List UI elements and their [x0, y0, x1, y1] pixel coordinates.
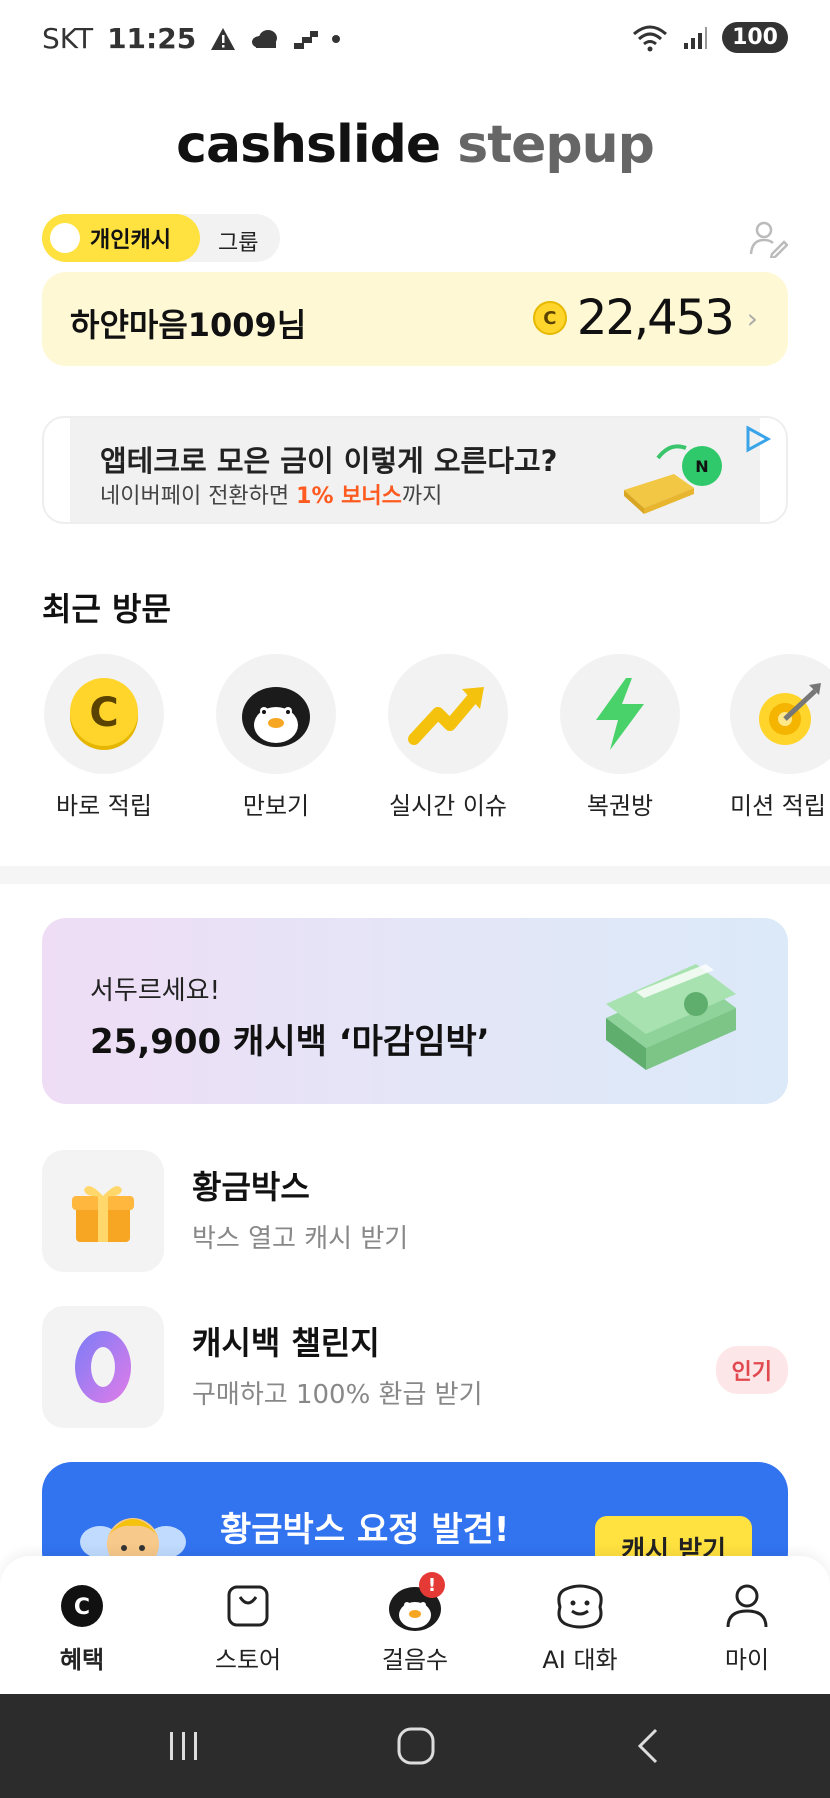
list-item-title: 캐시백 챌린지	[192, 1324, 380, 1362]
wifi-icon	[633, 25, 668, 51]
nav-label: AI 대화	[542, 1646, 618, 1674]
gold-bar-icon: N	[624, 444, 722, 514]
recent-item-pedometer[interactable]: 만보기	[214, 654, 338, 821]
zero-icon	[75, 1331, 131, 1403]
coin-icon: C	[70, 678, 138, 750]
recent-item-label: 미션 적립	[730, 792, 826, 820]
home-icon[interactable]	[386, 1726, 446, 1766]
chevron-right-icon: ›	[746, 301, 758, 335]
dot-icon	[332, 34, 341, 43]
chat-face-icon	[557, 1584, 603, 1629]
recent-item-label: 복권방	[586, 792, 654, 820]
recent-item-lottery[interactable]: 복권방	[558, 654, 682, 821]
banner-title: 황금박스 요정 발견!	[220, 1510, 510, 1550]
nav-label: 혜택	[59, 1646, 105, 1674]
money-stack-icon	[606, 964, 736, 1070]
promo-title: 25,900 캐시백 ‘마감임박’	[90, 1022, 490, 1062]
signal-icon	[684, 26, 708, 49]
battery-indicator: 100	[722, 22, 788, 53]
logo-part-cashslide: cashslide	[176, 115, 441, 175]
popular-badge: 인기	[715, 1346, 788, 1394]
recent-apps-icon[interactable]	[154, 1726, 214, 1766]
nav-tab-ai-chat[interactable]: AI 대화	[520, 1578, 640, 1675]
stairs-icon	[294, 30, 319, 49]
recent-item-label: 실시간 이슈	[388, 792, 508, 820]
target-icon	[759, 683, 821, 745]
recent-item-mission[interactable]: 미션 적립	[730, 654, 830, 821]
logo-part-stepup: stepup	[457, 115, 655, 175]
edit-profile-icon[interactable]	[748, 218, 788, 258]
promo-subtitle: 서두르세요!	[90, 976, 221, 1006]
clock: 11:25	[107, 22, 197, 55]
toggle-personal-cash[interactable]: 개인캐시	[42, 214, 200, 262]
cashback-promo-banner[interactable]: 서두르세요! 25,900 캐시백 ‘마감임박’	[42, 918, 788, 1104]
nav-tab-store[interactable]: 스토어	[188, 1578, 308, 1675]
toggle-knob	[50, 223, 80, 253]
recent-item-label: 바로 적립	[56, 792, 152, 820]
recent-item-instant-save[interactable]: C 바로 적립	[42, 654, 166, 821]
nav-tab-steps[interactable]: ! 걸음수	[355, 1572, 475, 1675]
recent-item-label: 만보기	[242, 792, 310, 820]
toggle-personal-label: 개인캐시	[90, 228, 171, 253]
ad-title: 앱테크로 모은 금이 이렇게 오른다고?	[100, 444, 558, 478]
alert-badge-icon: !	[419, 1572, 445, 1598]
lightning-icon	[596, 678, 644, 750]
cash-balance: 22,453	[576, 290, 735, 346]
svg-text:N: N	[695, 457, 708, 476]
svg-text:C: C	[89, 690, 118, 736]
recent-item-realtime-issue[interactable]: 실시간 이슈	[386, 654, 510, 821]
back-icon[interactable]	[618, 1726, 678, 1766]
nav-label: 스토어	[214, 1646, 282, 1674]
user-name: 하얀마음1009님	[70, 306, 307, 344]
list-item-subtitle: 박스 열고 캐시 받기	[192, 1224, 409, 1254]
status-bar: SKT 11:25 100	[0, 0, 830, 80]
penguin-icon	[242, 687, 310, 747]
balance-card[interactable]: 하얀마음1009님 C 22,453 ›	[42, 272, 788, 366]
gift-icon	[72, 1186, 134, 1242]
recent-visits-title: 최근 방문	[42, 590, 171, 628]
list-item-subtitle: 구매하고 100% 환급 받기	[192, 1380, 483, 1410]
toggle-group[interactable]: 그룹	[218, 225, 258, 257]
benefit-icon: C	[61, 1585, 103, 1627]
bottom-navigation: C 혜택 스토어 ! 걸음수 AI 대화 마이	[0, 1556, 830, 1694]
ad-banner[interactable]: 앱테크로 모은 금이 이렇게 오른다고? 네이버페이 전환하면 1% 보너스까지…	[42, 416, 788, 524]
person-icon	[726, 1584, 768, 1628]
trend-arrow-icon	[408, 687, 484, 745]
recent-visits-row: C 바로 적립 만보기 실시간 이슈 복권방 미션 적립	[42, 654, 830, 824]
cash-type-toggle[interactable]: 개인캐시 그룹	[42, 214, 280, 262]
carrier-label: SKT	[42, 22, 94, 55]
coin-icon: C	[532, 301, 567, 335]
nav-label: 걸음수	[381, 1646, 449, 1674]
system-navigation-bar	[0, 1694, 830, 1798]
svg-text:C: C	[74, 1595, 90, 1620]
ad-subtitle: 네이버페이 전환하면 1% 보너스까지	[100, 484, 443, 509]
nav-tab-benefits[interactable]: C 혜택	[22, 1578, 142, 1675]
nav-tab-my[interactable]: 마이	[687, 1578, 807, 1675]
cloud-icon	[252, 29, 278, 48]
list-item-title: 황금박스	[192, 1168, 310, 1206]
list-item-golden-box[interactable]: 황금박스 박스 열고 캐시 받기	[42, 1150, 788, 1274]
app-logo: cashslide stepup	[0, 115, 830, 175]
ad-highlight: 1% 보너스	[296, 484, 402, 509]
nav-label: 마이	[724, 1646, 770, 1674]
section-divider	[0, 866, 830, 884]
ad-choices-icon[interactable]	[742, 424, 772, 454]
warning-icon	[211, 27, 236, 50]
bag-icon	[227, 1585, 269, 1627]
list-item-cashback-challenge[interactable]: 캐시백 챌린지 구매하고 100% 환급 받기 인기	[42, 1306, 788, 1430]
